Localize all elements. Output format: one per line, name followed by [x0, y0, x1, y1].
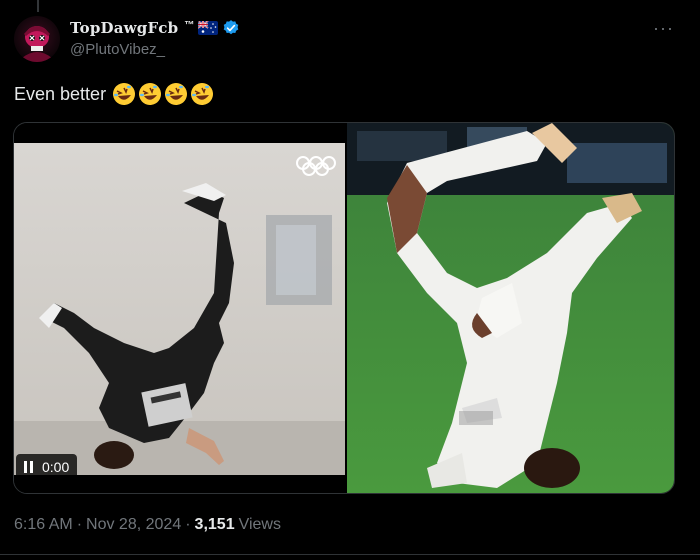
rolling-on-floor-laughing-emoji	[113, 83, 136, 105]
views-label: Views	[238, 516, 281, 533]
rolling-on-floor-laughing-emoji	[191, 83, 214, 105]
video-controls[interactable]: 0:00	[16, 454, 78, 480]
pause-icon[interactable]	[24, 461, 34, 473]
display-name[interactable]: TopDawgFcb	[70, 19, 178, 37]
rolling-on-floor-laughing-emoji	[139, 83, 162, 105]
video-time: 0:00	[42, 459, 70, 475]
verified-badge-icon[interactable]	[222, 19, 240, 37]
tweet-header: TopDawgFcb ™ @PlutoVibez_	[70, 18, 240, 58]
views-count: 3,151	[194, 516, 235, 533]
tweet-time[interactable]: 6:16 AM	[14, 516, 73, 534]
video-player[interactable]	[14, 123, 345, 493]
trademark-symbol: ™	[184, 19, 195, 31]
divider	[0, 554, 700, 555]
thread-connector	[37, 0, 39, 12]
australia-flag-icon	[198, 21, 219, 35]
breakdancer-video-frame[interactable]	[14, 143, 345, 475]
tweet-body: Even better	[14, 83, 107, 104]
avatar[interactable]	[14, 16, 60, 62]
media-container[interactable]	[13, 122, 675, 494]
rolling-on-floor-laughing-emoji	[165, 83, 188, 105]
tweet-metadata: 6:16 AM · Nov 28, 2024 · 3,151 Views	[14, 516, 281, 534]
more-options-button[interactable]: ···	[653, 18, 674, 39]
meta-separator: ·	[185, 516, 191, 533]
avatar-skull-image	[22, 26, 52, 62]
footballer-image[interactable]	[347, 123, 674, 493]
emoji-group	[112, 82, 214, 106]
tweet-text: Even better	[14, 82, 214, 106]
meta-separator: ·	[76, 516, 83, 533]
user-handle[interactable]: @PlutoVibez_	[70, 41, 240, 58]
tweet-date[interactable]: Nov 28, 2024	[86, 516, 181, 534]
